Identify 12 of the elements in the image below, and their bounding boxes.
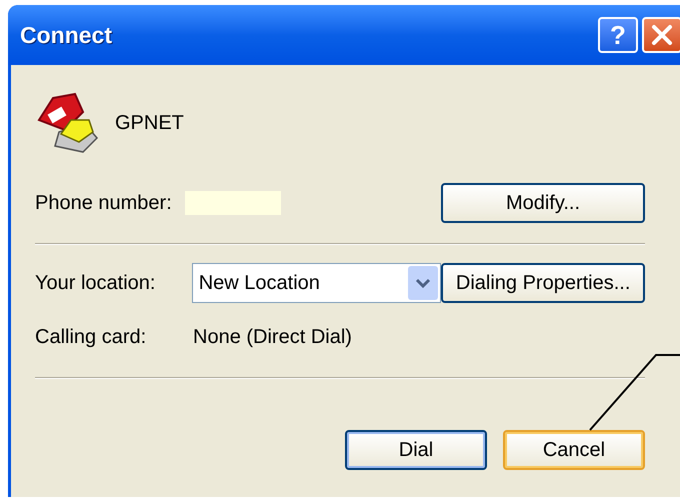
location-label: Your location: [35,271,156,296]
modify-button[interactable]: Modify... [441,183,645,223]
cancel-button[interactable]: Cancel [503,430,645,470]
phone-number-label: Phone number: [35,191,173,216]
calling-card-value: None (Direct Dial) [193,325,352,350]
location-dropdown[interactable]: New Location [192,263,442,303]
dial-button[interactable]: Dial [345,430,487,470]
window-title: Connect [20,20,113,50]
help-button[interactable]: ? [598,17,638,53]
connection-name: GPNET [115,111,184,136]
calling-card-label: Calling card: [35,325,148,350]
dialing-properties-button[interactable]: Dialing Properties... [441,263,645,303]
